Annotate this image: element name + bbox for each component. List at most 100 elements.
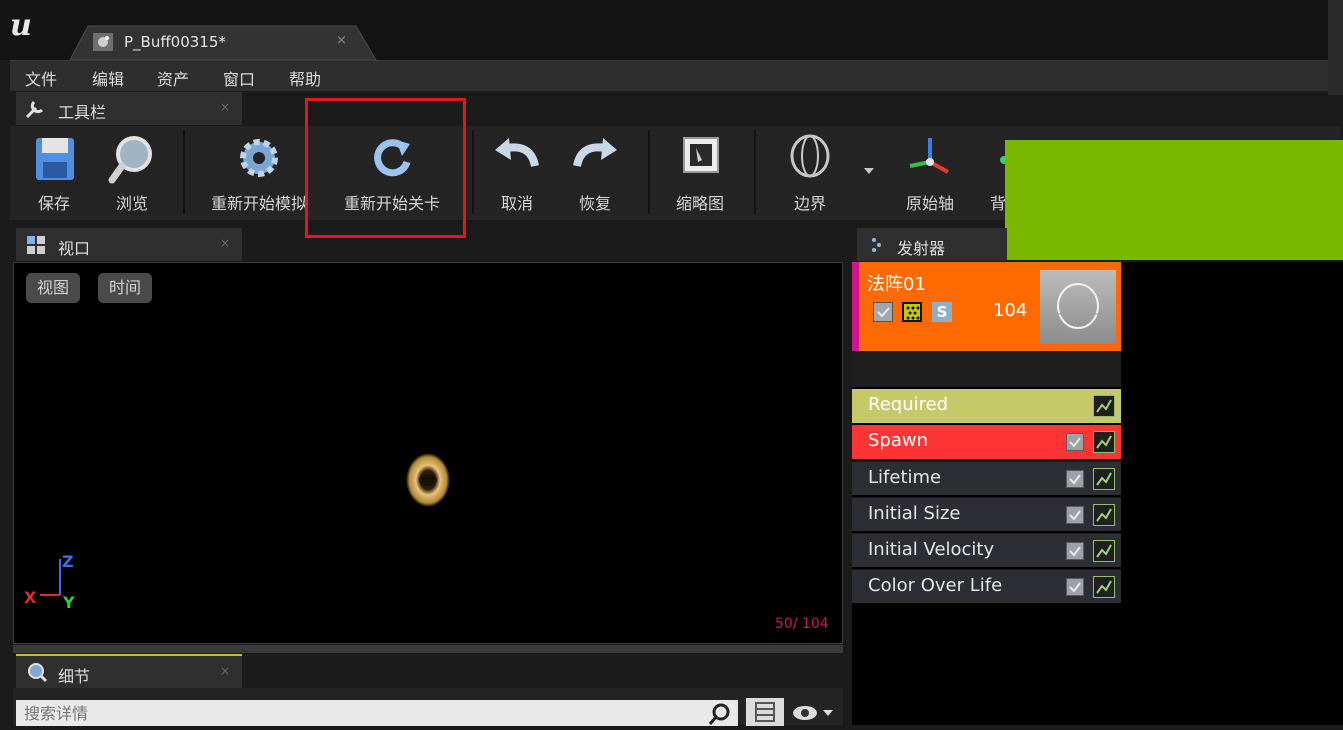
module-color-over-life[interactable]: Color Over Life [852,569,1121,603]
toolbar-panel-title: 工具栏 [58,103,107,122]
bounds-label: 边界 [793,194,826,213]
search-icon[interactable] [708,702,732,726]
module-lifetime[interactable]: Lifetime [852,461,1121,495]
checkmark-icon [877,307,890,318]
emitter-icon [872,238,881,252]
menu-window[interactable]: 窗口 [223,66,255,90]
viewport-panel-title: 视口 [58,239,91,258]
particle-effect [406,453,450,507]
document-tab[interactable]: P_Buff00315* × [70,24,378,60]
save-label: 保存 [37,194,70,213]
menu-file[interactable]: 文件 [25,66,57,90]
viewport-panel-tab[interactable]: 视口 × [16,228,242,261]
time-button[interactable]: 时间 [98,273,152,303]
module-spawn[interactable]: Spawn [852,425,1121,459]
undo-label: 取消 [500,194,533,213]
emitter-spacer [852,351,1121,387]
details-panel [13,688,843,726]
toolbar-panel-tab[interactable]: 工具栏 × [16,92,242,125]
menu-bar: 文件 编辑 资产 窗口 帮助 [10,60,1328,91]
redo-icon [573,138,617,167]
curve-icon[interactable] [1093,395,1115,417]
module-enable-checkbox[interactable] [1066,542,1084,560]
origin-axis-label: 原始轴 [905,194,954,213]
emitter-particle-count: 104 [993,300,1028,321]
window-edge [1328,0,1343,95]
curve-icon[interactable] [1093,540,1115,562]
search-input[interactable] [16,700,738,726]
particle-counter: 50/ 104 [775,616,829,632]
grid-icon [755,702,775,722]
browse-label: 浏览 [115,194,148,213]
browse-button[interactable]: 浏览 [92,126,172,220]
toolbar-separator [183,130,185,214]
toolbar-separator [472,130,474,214]
menu-help[interactable]: 帮助 [289,66,321,90]
eye-icon[interactable] [791,702,835,724]
module-label: Lifetime [868,467,942,488]
thumbnail-icon [683,137,719,173]
module-required[interactable]: Required [852,389,1121,423]
save-icon [36,138,74,180]
undo-button[interactable]: 取消 [482,126,552,220]
bounds-icon [790,134,830,178]
module-enable-checkbox[interactable] [1066,506,1084,524]
emitter-name: 法阵01 [867,274,926,295]
close-icon[interactable]: × [220,100,230,114]
curve-icon[interactable] [1093,468,1115,490]
bounds-button[interactable]: 边界 [768,126,852,220]
axis-x-label: X [24,588,37,607]
unreal-logo-icon: u [10,8,32,43]
close-icon[interactable]: × [220,236,230,250]
title-bar: u P_Buff00315* × [0,0,1343,95]
curve-icon[interactable] [1093,576,1115,598]
curve-icon[interactable] [1093,504,1115,526]
details-panel-title: 细节 [58,667,91,686]
emitter-enable-checkbox[interactable] [873,302,893,322]
panel-divider[interactable] [13,645,843,653]
document-tab-title: P_Buff00315* [124,33,226,51]
details-magnifier-icon [28,663,48,683]
menu-edit[interactable]: 编辑 [92,66,124,90]
view-button[interactable]: 视图 [26,273,80,303]
dots-icon [906,306,920,320]
details-panel-tab[interactable]: 细节 × [16,654,242,689]
module-label: Initial Velocity [868,539,995,560]
redo-label: 恢复 [578,194,611,213]
axis-gizmo [40,559,61,596]
close-icon[interactable]: × [336,33,347,48]
module-initial-size[interactable]: Initial Size [852,497,1121,531]
toolbar-separator [754,130,756,214]
magnifier-icon [108,136,152,184]
redo-button[interactable]: 恢复 [560,126,630,220]
thumbnail-ring-image [1040,283,1116,329]
overlay-block [1005,140,1343,260]
solo-button[interactable]: S [932,302,952,322]
particle-system-icon [92,32,114,52]
toolbar-separator [648,130,650,214]
restart-simulation-label: 重新开始模拟 [210,194,307,213]
thumbnail-label: 缩略图 [675,194,724,213]
origin-axis-button[interactable]: 原始轴 [890,126,970,220]
property-matrix-button[interactable] [746,698,784,726]
chevron-down-icon[interactable] [862,166,876,176]
module-label: Spawn [868,430,929,451]
module-initial-velocity[interactable]: Initial Velocity [852,533,1121,567]
module-enable-checkbox[interactable] [1066,433,1084,451]
close-icon[interactable]: × [220,664,230,678]
render-mode-button[interactable] [902,302,922,322]
curve-icon[interactable] [1093,431,1115,453]
restart-simulation-button[interactable]: 重新开始模拟 [200,126,318,220]
thumbnail-button[interactable]: 缩略图 [658,126,742,220]
module-enable-checkbox[interactable] [1066,578,1084,596]
module-label: Initial Size [868,503,961,524]
gear-icon [240,139,278,177]
emitters-panel-tab[interactable]: 发射器 [857,228,1007,261]
module-label: Color Over Life [868,575,1003,596]
undo-icon [495,138,539,167]
viewport-icon [27,236,45,254]
menu-asset[interactable]: 资产 [157,66,189,90]
emitter-thumbnail [1040,270,1116,344]
module-enable-checkbox[interactable] [1066,470,1084,488]
save-button[interactable]: 保存 [14,126,94,220]
